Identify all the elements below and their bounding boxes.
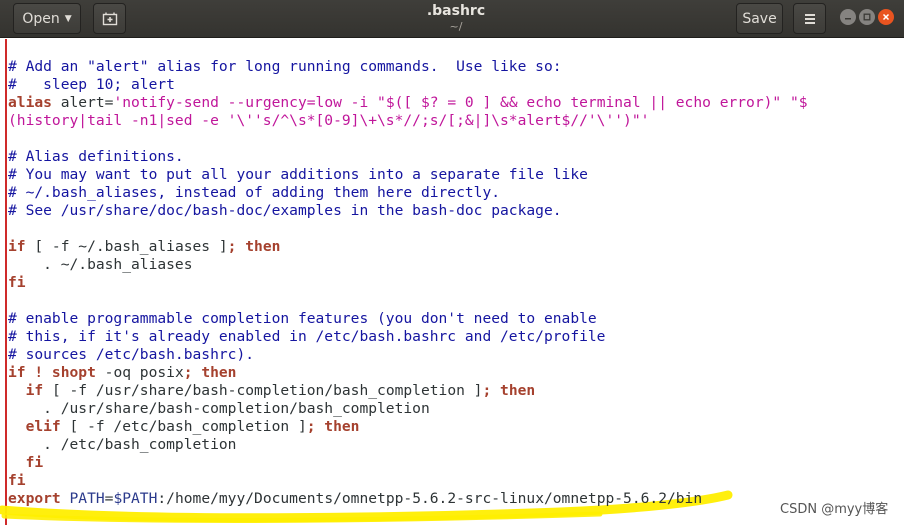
code-line: # sleep 10; alert [8,76,808,94]
code-line: # ~/.bash_aliases, instead of adding the… [8,184,808,202]
code-line: # Alias definitions. [8,148,808,166]
new-document-button[interactable] [93,3,126,34]
code-token: if [8,238,26,255]
window-subtitle: ~/ [449,20,463,33]
maximize-icon [863,13,871,21]
code-token: (history|tail -n1|sed -e '\''s/^\s*[0-9]… [8,112,650,129]
code-line: export PATH=$PATH:/home/myy/Documents/om… [8,490,808,508]
text-editor[interactable]: # Add an "alert" alias for long running … [0,39,904,525]
code-token: ; then [482,382,536,399]
code-line: if [ -f /usr/share/bash-completion/bash_… [8,382,808,400]
code-line: if ! shopt -oq posix; then [8,364,808,382]
minimize-icon [845,18,851,20]
code-token: fi [8,274,26,291]
minimize-button[interactable] [840,9,856,25]
code-token: # Add an "alert" alias for long running … [8,58,562,75]
code-token: # this, if it's already enabled in /etc/… [8,328,606,345]
open-button-label: Open [22,10,60,27]
code-token: if [8,382,44,399]
code-token: # sleep 10; alert [8,76,175,93]
code-token: ; then [227,238,281,255]
code-line: elif [ -f /etc/bash_completion ]; then [8,418,808,436]
code-token: :/home/myy/Documents/omnetpp-5.6.2-src-l… [157,490,703,507]
code-token: elif [8,418,61,435]
watermark-text: CSDN @myy博客 [780,502,889,517]
code-line: alias alert='notify-send --urgency=low -… [8,94,808,112]
code-token: fi [8,454,44,471]
code-token: . /etc/bash_completion [8,436,237,453]
code-token: . ~/.bash_aliases [8,256,193,273]
maximize-button[interactable] [859,9,875,25]
code-line: . /usr/share/bash-completion/bash_comple… [8,400,808,418]
close-icon [882,13,890,21]
new-document-icon [102,12,117,25]
window-title: .bashrc [426,3,486,19]
code-token: [ -f /etc/bash_completion ] [60,418,307,435]
code-text: # Add an "alert" alias for long running … [8,58,808,508]
code-line: # Add an "alert" alias for long running … [8,58,808,76]
code-token: # ~/.bash_aliases, instead of adding the… [8,184,501,201]
chevron-down-icon: ▼ [64,13,72,24]
header-bar: Open ▼ .bashrc ~/ Save [0,0,904,38]
code-line: # You may want to put all your additions… [8,166,808,184]
code-token: ; then [183,364,237,381]
code-token: # Alias definitions. [8,148,184,165]
code-line: # sources /etc/bash.bashrc). [8,346,808,364]
code-line: (history|tail -n1|sed -e '\''s/^\s*[0-9]… [8,112,808,130]
close-button[interactable] [878,9,894,25]
code-line: fi [8,274,808,292]
code-token: alert= [51,94,114,111]
code-token: # You may want to put all your additions… [8,166,588,183]
code-line: fi [8,454,808,472]
code-token: # See /usr/share/doc/bash-doc/examples i… [8,202,562,219]
code-token: fi [8,472,26,489]
code-line: . ~/.bash_aliases [8,256,808,274]
code-token: export [8,490,61,507]
code-token: 'notify-send --urgency=low -i "$([ $? = … [113,94,808,111]
hamburger-menu-icon [804,13,815,24]
code-line: . /etc/bash_completion [8,436,808,454]
code-token: . /usr/share/bash-completion/bash_comple… [8,400,430,417]
right-margin-line [5,39,7,525]
save-button[interactable]: Save [736,3,783,34]
code-token: $PATH [113,490,158,507]
menu-button[interactable] [793,3,826,34]
code-line: if [ -f ~/.bash_aliases ]; then [8,238,808,256]
window-title-area: .bashrc ~/ [356,3,556,33]
code-token: # sources /etc/bash.bashrc). [8,346,255,363]
code-token: alias [8,94,52,111]
open-button[interactable]: Open ▼ [13,3,81,34]
code-line: # See /usr/share/doc/bash-doc/examples i… [8,202,808,220]
code-line: # this, if it's already enabled in /etc/… [8,328,808,346]
code-line: # enable programmable completion feature… [8,310,808,328]
code-token: ; then [306,418,360,435]
code-token: -oq posix [95,364,184,381]
code-line: fi [8,472,808,490]
code-token: [ -f /usr/share/bash-completion/bash_com… [43,382,483,399]
code-token: [ -f ~/.bash_aliases ] [25,238,228,255]
code-token: if ! shopt [8,364,96,381]
code-token: # enable programmable completion feature… [8,310,597,327]
code-token: PATH [60,490,105,507]
